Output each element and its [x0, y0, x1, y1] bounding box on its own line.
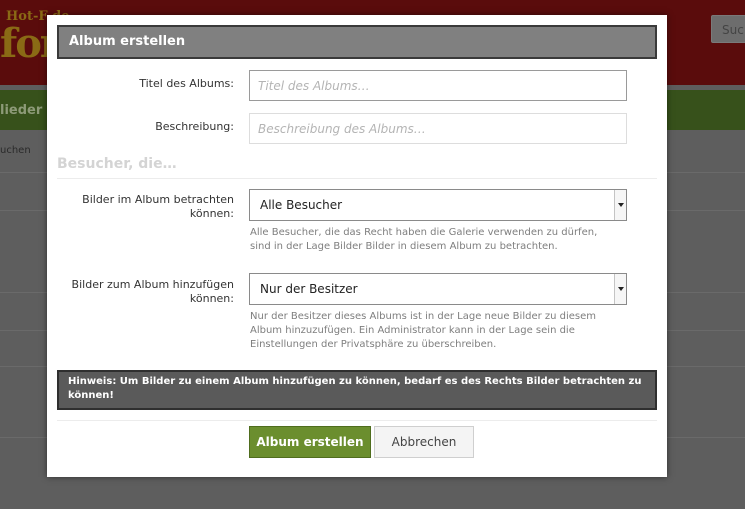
view-permission-label: Bilder im Album betrachten können:: [82, 193, 234, 220]
view-permission-select[interactable]: Alle Besucher: [249, 189, 627, 221]
chevron-down-icon: [614, 190, 626, 220]
album-title-input[interactable]: [249, 70, 627, 101]
nav-item-members[interactable]: lieder: [0, 103, 42, 118]
view-permission-value: Alle Besucher: [260, 198, 343, 212]
add-permission-select[interactable]: Nur der Besitzer: [249, 273, 627, 305]
create-album-dialog: Album erstellen Titel des Albums: Beschr…: [47, 15, 667, 477]
view-permission-help: Alle Besucher, die das Recht haben die G…: [250, 227, 598, 252]
chevron-down-icon: [614, 274, 626, 304]
site-search-input[interactable]: Suc: [711, 15, 745, 43]
divider: [57, 420, 657, 421]
add-permission-value: Nur der Besitzer: [260, 282, 358, 296]
divider: [57, 178, 657, 179]
create-album-button[interactable]: Album erstellen: [249, 426, 371, 458]
add-permission-help: Nur der Besitzer dieses Albums ist in de…: [250, 311, 597, 350]
section-heading-visitors: Besucher, die…: [57, 156, 177, 172]
album-title-label: Titel des Albums:: [139, 77, 234, 90]
subnav-item-search[interactable]: uchen: [0, 145, 31, 156]
dialog-title: Album erstellen: [57, 25, 657, 59]
cancel-button[interactable]: Abbrechen: [374, 426, 474, 458]
album-description-input[interactable]: [249, 113, 627, 144]
hint-message: Hinweis: Um Bilder zu einem Album hinzuf…: [57, 370, 657, 410]
album-description-label: Beschreibung:: [155, 120, 234, 133]
add-permission-label: Bilder zum Album hinzufügen können:: [71, 278, 234, 305]
